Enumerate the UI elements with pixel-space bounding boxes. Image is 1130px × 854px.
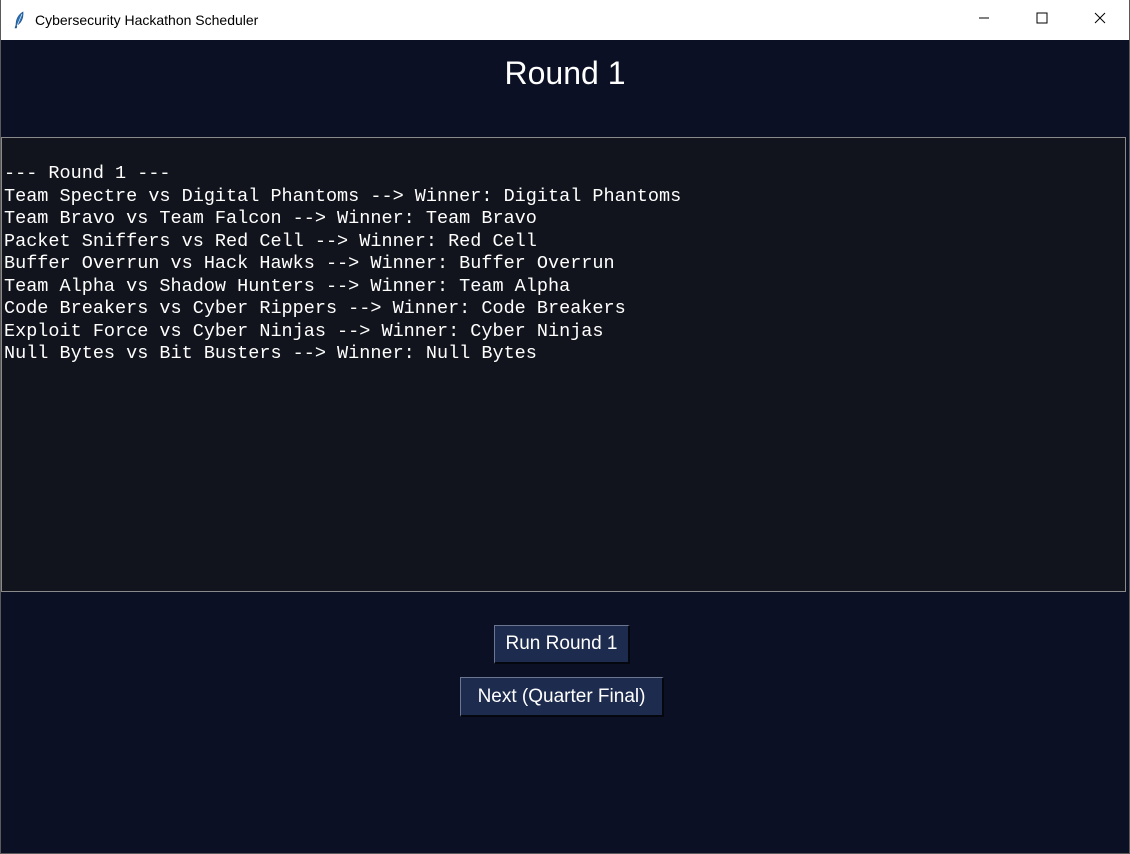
window-title: Cybersecurity Hackathon Scheduler xyxy=(35,12,259,28)
match-result-line: Packet Sniffers vs Red Cell --> Winner: … xyxy=(4,230,537,252)
match-result-line: Null Bytes vs Bit Busters --> Winner: Nu… xyxy=(4,343,537,364)
maximize-icon xyxy=(1036,11,1048,29)
round-title: Round 1 xyxy=(504,55,626,91)
run-round-button[interactable]: Run Round 1 xyxy=(494,625,630,664)
close-icon xyxy=(1094,11,1106,29)
minimize-button[interactable] xyxy=(955,0,1013,40)
app-window: Cybersecurity Hackathon Scheduler Round … xyxy=(0,0,1130,854)
match-result-line: Code Breakers vs Cyber Rippers --> Winne… xyxy=(4,298,626,319)
maximize-button[interactable] xyxy=(1013,0,1071,40)
title-bar[interactable]: Cybersecurity Hackathon Scheduler xyxy=(1,0,1129,40)
match-result-line: Team Alpha vs Shadow Hunters --> Winner:… xyxy=(4,275,571,297)
match-result-line: Exploit Force vs Cyber Ninjas --> Winner… xyxy=(4,320,604,342)
results-text-area[interactable]: --- Round 1 --- Team Spectre vs Digital P… xyxy=(1,137,1126,592)
results-list: --- Round 1 --- Team Spectre vs Digital P… xyxy=(2,138,1125,366)
match-result-line: Buffer Overrun vs Hack Hawks --> Winner:… xyxy=(4,253,615,274)
round-header-line: --- Round 1 --- xyxy=(4,163,171,184)
minimize-icon xyxy=(978,11,990,29)
next-round-button[interactable]: Next (Quarter Final) xyxy=(460,677,664,717)
match-result-line: Team Spectre vs Digital Phantoms --> Win… xyxy=(4,185,682,207)
feather-icon xyxy=(13,11,27,29)
match-result-line: Team Bravo vs Team Falcon --> Winner: Te… xyxy=(4,208,537,229)
window-controls xyxy=(955,0,1129,40)
close-button[interactable] xyxy=(1071,0,1129,40)
